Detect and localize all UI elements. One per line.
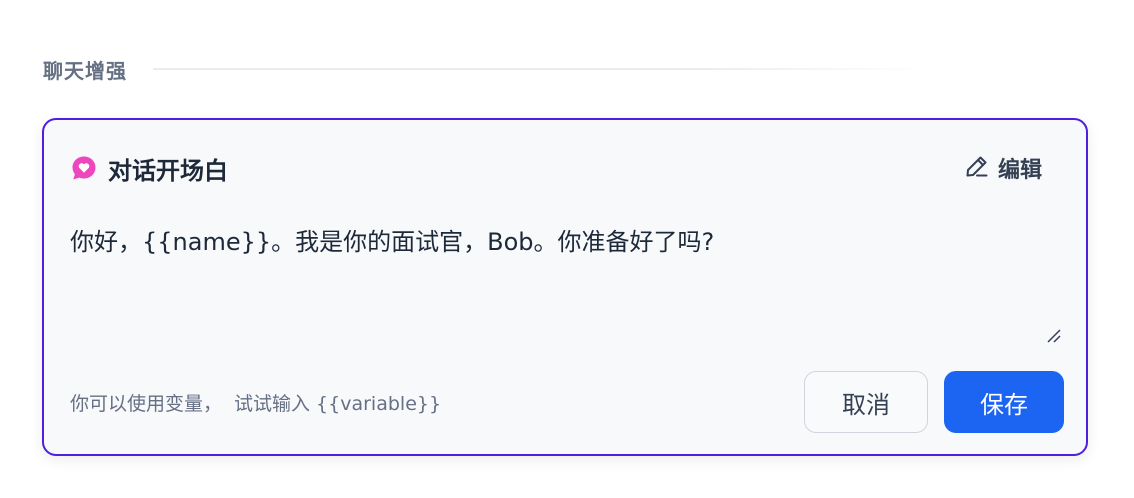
resize-handle-icon[interactable] — [1046, 328, 1062, 344]
variable-hint-prefix: 你可以使用变量， — [70, 392, 223, 415]
edit-label: 编辑 — [997, 158, 1042, 183]
opener-title: 对话开场白 — [108, 156, 228, 185]
message-heart-icon — [70, 154, 98, 182]
edit-button[interactable]: 编辑 — [964, 152, 1042, 184]
save-button[interactable]: 保存 — [944, 371, 1064, 433]
section-divider — [153, 68, 933, 70]
opener-card: 对话开场白 编辑 你好，{{name}}。我是你的面试官，Bob。你准备好了吗?… — [42, 118, 1088, 456]
section-header: 聊天增强 — [43, 52, 933, 86]
section-title: 聊天增强 — [43, 58, 127, 83]
variable-hint: 你可以使用变量， 试试输入 {{variable}} — [70, 389, 441, 416]
opener-card-header: 对话开场白 编辑 — [70, 150, 1060, 186]
opener-footer: 你可以使用变量， 试试输入 {{variable}} 取消 保存 — [70, 370, 1064, 434]
variable-hint-example: 试试输入 {{variable}} — [234, 392, 442, 415]
opener-textarea[interactable]: 你好，{{name}}。我是你的面试官，Bob。你准备好了吗? — [70, 224, 1066, 350]
cancel-button[interactable]: 取消 — [804, 371, 928, 433]
pencil-icon — [964, 153, 990, 183]
